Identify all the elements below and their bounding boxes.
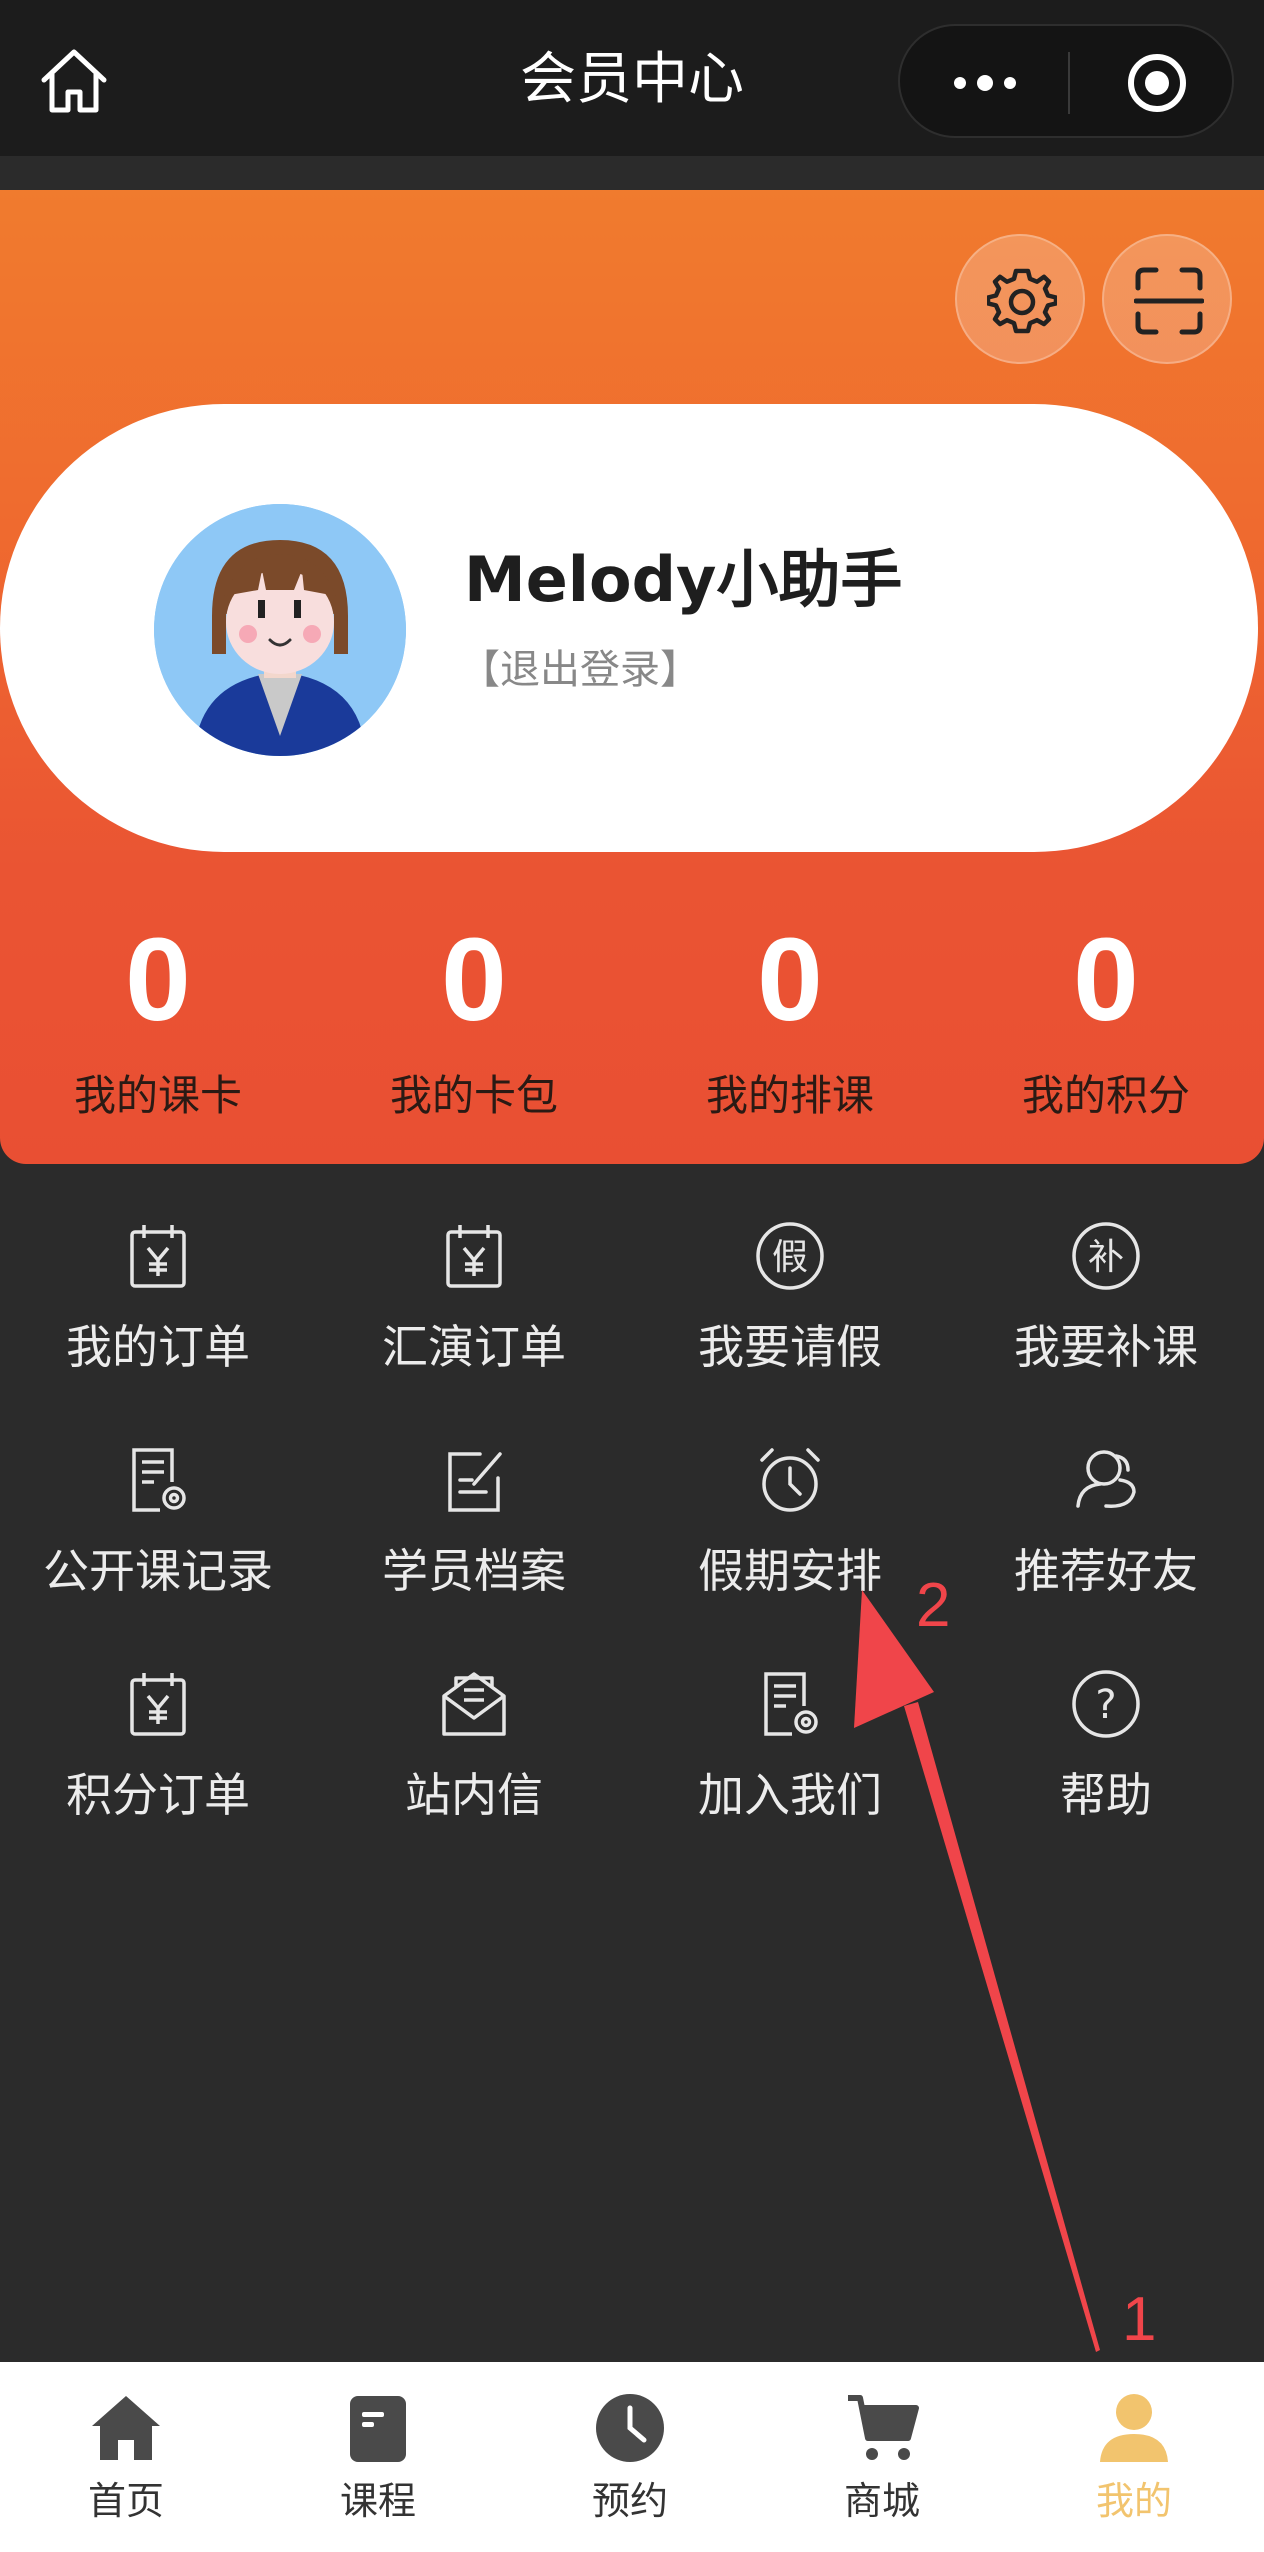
more-icon[interactable] [950,63,1020,103]
menu-item-label: 积分订单 [66,1768,250,1822]
course-icon [350,2396,406,2462]
leave-char-icon: 假 [756,1222,824,1290]
stat-value: 0 [1073,914,1139,1046]
menu-item-refer-friend[interactable]: 推荐好友 [948,1434,1264,1644]
calendar-yen-icon [130,1225,186,1288]
bottom-tab-bar: 首页 课程 预约 商城 我的 [0,2362,1264,2552]
tab-label: 预约 [591,2479,668,2523]
menu-item-label: 假期安排 [698,1544,882,1598]
menu-item-points-orders[interactable]: 积分订单 [0,1658,316,1868]
edit-note-icon [448,1452,502,1512]
menu-item-label: 我要补课 [1014,1320,1198,1374]
profile-card: Melody小助手 【退出登录】 [0,404,1258,852]
menu-item-label: 站内信 [405,1768,543,1822]
stat-points[interactable]: 0 我的积分 [948,920,1264,1126]
stat-label: 我的课卡 [73,1071,242,1120]
stat-value: 0 [441,914,507,1046]
menu-item-label: 公开课记录 [43,1544,273,1598]
stats-row: 0 我的课卡 0 我的卡包 0 我的排课 0 我的积分 [0,920,1264,1120]
stat-card-wallet[interactable]: 0 我的卡包 [316,920,632,1126]
menu-item-label: 汇演订单 [382,1320,566,1374]
calendar-yen-icon [446,1225,502,1288]
tab-label: 我的 [1095,2479,1172,2523]
menu-item-my-orders[interactable]: 我的订单 [0,1210,316,1420]
menu-item-label: 帮助 [1060,1768,1152,1822]
logout-link[interactable]: 【退出登录】 [460,640,700,700]
svg-text:假: 假 [772,1237,808,1278]
tab-courses[interactable]: 课程 [252,2362,504,2552]
envelope-icon [442,1672,506,1736]
menu-item-inbox[interactable]: 站内信 [316,1658,632,1868]
avatar-illustration [154,504,406,756]
gear-icon [987,268,1057,334]
clock-icon [596,2394,664,2462]
document-gear-icon [132,1448,186,1512]
svg-text:补: 补 [1088,1237,1124,1278]
help-circle-icon: ? [1072,1670,1140,1738]
annotation-step-1: 1 [1122,2285,1157,2354]
makeup-char-icon: 补 [1072,1222,1140,1290]
tab-label: 首页 [87,2479,164,2523]
tab-label: 课程 [339,2479,416,2523]
menu-item-label: 推荐好友 [1014,1544,1198,1598]
menu-item-request-leave[interactable]: 假 我要请假 [632,1210,948,1420]
user-name: Melody小助手 [464,543,903,616]
menu-item-label: 我的订单 [66,1320,250,1374]
menu-item-open-class-records[interactable]: 公开课记录 [0,1434,316,1644]
menu-item-holiday-schedule[interactable]: 假期安排 [632,1434,948,1644]
stat-value: 0 [757,914,823,1046]
mini-program-capsule [898,24,1234,138]
annotation-step-2: 2 [916,1571,951,1640]
svg-text:?: ? [1095,1682,1116,1728]
capsule-divider [1068,52,1070,114]
stat-value: 0 [125,914,191,1046]
divider-strip [0,156,1264,190]
tab-mine[interactable]: 我的 [1008,2362,1260,2552]
menu-item-label: 我要请假 [698,1320,882,1374]
menu-item-help[interactable]: ? 帮助 [948,1658,1264,1868]
home-icon [92,2396,160,2460]
cart-icon [848,2395,919,2460]
stat-course-cards[interactable]: 0 我的课卡 [0,920,316,1126]
stat-label: 我的排课 [705,1071,874,1120]
alarm-clock-icon [760,1448,820,1512]
scan-icon [1134,267,1204,335]
member-header: Melody小助手 【退出登录】 0 我的课卡 0 我的卡包 0 我的排课 0 … [0,190,1264,1164]
close-target-icon[interactable] [1124,50,1190,116]
menu-item-makeup-class[interactable]: 补 我要补课 [948,1210,1264,1420]
menu-item-label: 加入我们 [698,1768,882,1822]
tab-booking[interactable]: 预约 [504,2362,756,2552]
menu-item-join-us[interactable]: 加入我们 [632,1658,948,1868]
menu-item-label: 学员档案 [382,1544,566,1598]
menu-item-student-profile[interactable]: 学员档案 [316,1434,632,1644]
menu-item-show-orders[interactable]: 汇演订单 [316,1210,632,1420]
stat-label: 我的卡包 [389,1071,558,1120]
tab-shop[interactable]: 商城 [756,2362,1008,2552]
users-icon [1076,1450,1136,1508]
avatar[interactable] [154,504,406,756]
tab-label: 商城 [843,2479,920,2523]
tab-home[interactable]: 首页 [0,2362,252,2552]
settings-button[interactable] [955,234,1085,364]
stat-label: 我的积分 [1021,1071,1190,1120]
document-gear-icon [764,1672,818,1736]
calendar-yen-icon [130,1673,186,1736]
scan-button[interactable] [1102,234,1232,364]
person-icon [1100,2394,1168,2462]
title-bar: 会员中心 [0,0,1264,156]
stat-schedule[interactable]: 0 我的排课 [632,920,948,1126]
